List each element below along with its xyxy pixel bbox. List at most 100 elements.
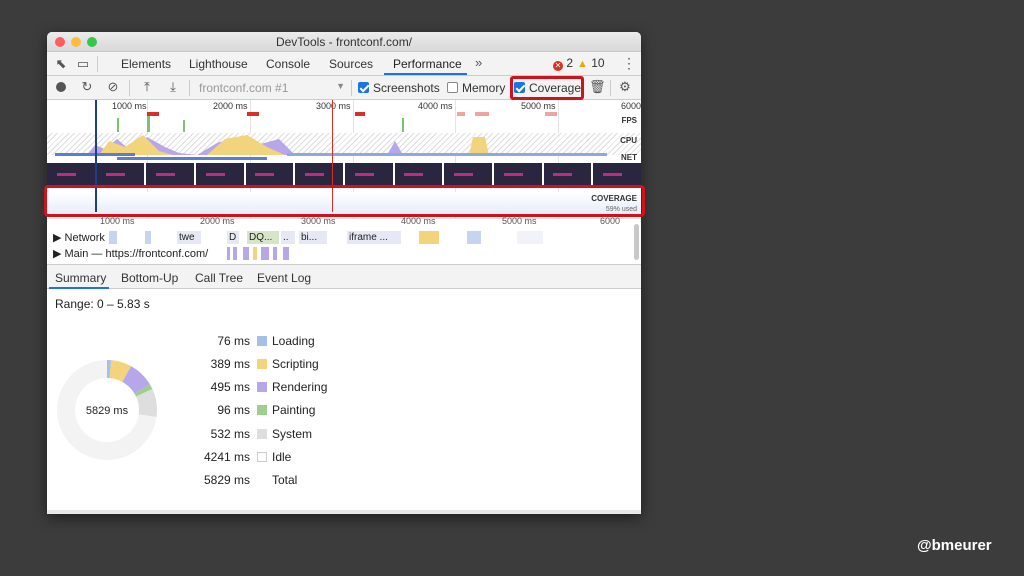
clear-icon[interactable]: ⊘ bbox=[105, 79, 121, 95]
reload-profile-icon[interactable]: ↻ bbox=[79, 79, 95, 95]
warning-count: 10 bbox=[591, 56, 605, 70]
tab-bottom-up[interactable]: Bottom-Up bbox=[121, 271, 178, 285]
screenshot-thumbnail bbox=[245, 163, 294, 187]
toolbar-divider bbox=[129, 80, 130, 96]
network-request-block[interactable] bbox=[419, 231, 439, 244]
tab-summary[interactable]: Summary bbox=[55, 271, 106, 285]
fps-track-label: FPS bbox=[621, 116, 637, 125]
legend-swatch bbox=[257, 452, 267, 462]
main-track-label[interactable]: ▶ Main — https://frontconf.com/ bbox=[53, 247, 208, 260]
cpu-track-label: CPU bbox=[620, 136, 637, 145]
main-task-block[interactable] bbox=[233, 247, 237, 260]
ruler-label: 3000 ms bbox=[301, 216, 336, 226]
trash-icon[interactable]: 🗑 bbox=[589, 79, 606, 95]
legend-name: Scripting bbox=[272, 357, 319, 371]
main-task-block[interactable] bbox=[253, 247, 257, 260]
tab-event-log[interactable]: Event Log bbox=[257, 271, 311, 285]
network-label-text: Network bbox=[64, 232, 105, 244]
memory-checkbox[interactable]: Memory bbox=[447, 81, 505, 95]
legend-row-total: 5829 ms Total bbox=[187, 473, 387, 489]
net-request-bar bbox=[117, 157, 267, 160]
details-tab-bar: Summary Bottom-Up Call Tree Event Log bbox=[47, 264, 641, 289]
ruler-label: 6000 bbox=[600, 216, 621, 226]
settings-gear-icon[interactable]: ⚙ bbox=[617, 79, 633, 95]
legend-swatch bbox=[257, 429, 267, 439]
flame-chart[interactable]: 1000 ms 2000 ms 3000 ms 4000 ms 5000 ms … bbox=[47, 216, 641, 262]
main-task-block[interactable] bbox=[227, 247, 230, 260]
screenshot-thumbnail bbox=[444, 163, 493, 187]
network-request-block[interactable]: bi... bbox=[299, 231, 327, 244]
main-task-block[interactable] bbox=[283, 247, 289, 260]
devtools-window: DevTools - frontconf.com/ ⬉ ▭ Elements L… bbox=[47, 32, 641, 514]
main-track[interactable]: ▶ Main — https://frontconf.com/ bbox=[47, 246, 641, 261]
legend-value: 532 ms bbox=[210, 427, 250, 441]
network-request-block[interactable] bbox=[109, 231, 117, 244]
toolbar-divider bbox=[97, 56, 98, 72]
screenshot-thumbnail bbox=[543, 163, 592, 187]
window-title: DevTools - frontconf.com/ bbox=[275, 35, 413, 49]
legend-value: 389 ms bbox=[210, 357, 250, 371]
error-count-badge[interactable]: ✕ 2 bbox=[553, 56, 573, 71]
checkbox-unchecked-icon bbox=[447, 82, 458, 93]
profile-select-value: frontconf.com #1 bbox=[199, 81, 289, 95]
error-count: 2 bbox=[566, 56, 574, 70]
legend-value: 495 ms bbox=[210, 380, 250, 394]
tab-call-tree[interactable]: Call Tree bbox=[195, 271, 243, 285]
legend-swatch bbox=[257, 382, 267, 392]
toolbar-divider bbox=[351, 80, 352, 96]
record-button[interactable] bbox=[53, 79, 69, 95]
main-task-block[interactable] bbox=[261, 247, 269, 260]
coverage-track-highlight-annotation bbox=[44, 185, 645, 217]
network-request-block[interactable]: iframe ... bbox=[347, 231, 401, 244]
network-request-block[interactable]: twe bbox=[177, 231, 201, 244]
screenshots-checkbox[interactable]: Screenshots bbox=[358, 81, 440, 95]
network-track[interactable]: ▶ Network twe D DQ... .. bi... iframe ..… bbox=[47, 230, 641, 245]
record-icon bbox=[56, 82, 66, 92]
legend-name: Loading bbox=[272, 334, 315, 348]
fps-bar bbox=[147, 116, 150, 132]
legend-row-loading: 76 ms Loading bbox=[187, 334, 387, 350]
legend-name: Rendering bbox=[272, 380, 328, 394]
summary-panel: Range: 0 – 5.83 s 5829 ms 76 ms Loading 3… bbox=[47, 290, 641, 514]
more-options-icon[interactable]: ⋮ bbox=[622, 55, 636, 72]
screenshot-thumbnail bbox=[146, 163, 195, 187]
network-request-block[interactable] bbox=[467, 231, 481, 244]
fps-bar bbox=[402, 118, 404, 132]
fps-graph bbox=[117, 112, 557, 132]
tab-performance[interactable]: Performance bbox=[393, 57, 462, 71]
fps-bar bbox=[117, 118, 119, 132]
donut-total-label: 5829 ms bbox=[86, 405, 129, 417]
network-request-block[interactable]: DQ... bbox=[247, 231, 279, 244]
download-profile-icon[interactable]: ⤓ bbox=[165, 79, 181, 95]
network-request-block[interactable] bbox=[145, 231, 151, 244]
memory-label: Memory bbox=[462, 81, 506, 95]
device-toolbar-icon[interactable]: ▭ bbox=[75, 56, 91, 72]
profile-select[interactable]: frontconf.com #1 ▼ bbox=[199, 81, 345, 95]
inspect-element-icon[interactable]: ⬉ bbox=[53, 56, 69, 72]
flame-scrollbar[interactable] bbox=[634, 224, 639, 260]
tab-lighthouse[interactable]: Lighthouse bbox=[189, 57, 248, 71]
tab-console[interactable]: Console bbox=[266, 57, 310, 71]
network-track-label[interactable]: ▶ Network bbox=[53, 231, 105, 244]
ruler-label: 1000 ms bbox=[100, 216, 135, 226]
screenshot-filmstrip[interactable] bbox=[47, 163, 641, 187]
screenshot-thumbnail bbox=[345, 163, 393, 187]
tab-sources[interactable]: Sources bbox=[329, 57, 373, 71]
more-tabs-chevron-icon[interactable]: » bbox=[475, 55, 482, 70]
flame-ruler: 1000 ms 2000 ms 3000 ms 4000 ms 5000 ms … bbox=[47, 216, 641, 229]
error-icon: ✕ bbox=[553, 61, 563, 71]
fps-drop-marker bbox=[475, 112, 489, 116]
tab-elements[interactable]: Elements bbox=[121, 57, 171, 71]
network-request-block[interactable]: D bbox=[227, 231, 239, 244]
main-task-block[interactable] bbox=[273, 247, 277, 260]
network-request-block[interactable]: .. bbox=[281, 231, 295, 244]
upload-profile-icon[interactable]: ⤒ bbox=[139, 79, 155, 95]
legend-swatch bbox=[257, 336, 267, 346]
ruler-label: 4000 ms bbox=[401, 216, 436, 226]
chevron-down-icon: ▼ bbox=[336, 81, 345, 91]
main-task-block[interactable] bbox=[243, 247, 249, 260]
warning-count-badge[interactable]: ▲ 10 bbox=[577, 56, 605, 70]
network-request-block[interactable] bbox=[517, 231, 543, 244]
screenshot-thumbnail bbox=[394, 163, 443, 187]
legend-swatch bbox=[257, 405, 267, 415]
